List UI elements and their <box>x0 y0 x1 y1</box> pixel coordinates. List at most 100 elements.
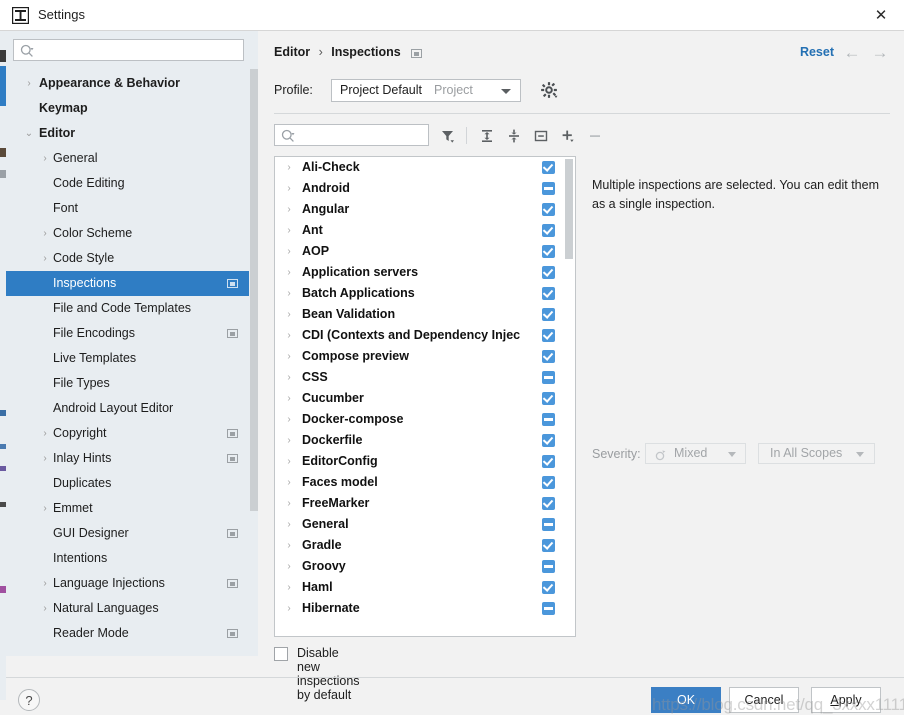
inspection-row[interactable]: › Haml <box>275 577 575 598</box>
chevron-right-icon[interactable]: › <box>283 598 295 619</box>
sidebar-item-color-scheme[interactable]: › Color Scheme <box>6 221 250 246</box>
inspection-row[interactable]: › General <box>275 514 575 535</box>
remove-icon[interactable] <box>584 125 606 147</box>
inspection-checkbox[interactable] <box>542 287 555 300</box>
inspection-row[interactable]: › Gradle <box>275 535 575 556</box>
inspection-row[interactable]: › Ali-Check <box>275 157 575 178</box>
chevron-right-icon[interactable]: › <box>283 325 295 346</box>
inspection-row[interactable]: › CDI (Contexts and Dependency Injec <box>275 325 575 346</box>
forward-arrow-icon[interactable]: → <box>870 43 890 63</box>
disable-new-inspections-checkbox[interactable] <box>274 647 288 661</box>
sidebar-item-inspections[interactable]: Inspections <box>6 271 250 296</box>
inspection-row[interactable]: › EditorConfig <box>275 451 575 472</box>
sidebar-item-duplicates[interactable]: Duplicates <box>6 471 250 496</box>
chevron-right-icon[interactable]: › <box>283 283 295 304</box>
sidebar-search-box[interactable] <box>13 39 244 61</box>
breadcrumb-root[interactable]: Editor <box>274 45 310 59</box>
chevron-right-icon[interactable]: › <box>283 346 295 367</box>
inspection-row[interactable]: › Angular <box>275 199 575 220</box>
inspection-row[interactable]: › Bean Validation <box>275 304 575 325</box>
sidebar-item-code-editing[interactable]: Code Editing <box>6 171 250 196</box>
inspection-row[interactable]: › CSS <box>275 367 575 388</box>
chevron-right-icon[interactable]: › <box>283 577 295 598</box>
inspection-checkbox[interactable] <box>542 266 555 279</box>
inspection-checkbox[interactable] <box>542 224 555 237</box>
sidebar-item-inlay-hints[interactable]: › Inlay Hints <box>6 446 250 471</box>
chevron-right-icon[interactable]: › <box>283 262 295 283</box>
inspection-row[interactable]: › Cucumber <box>275 388 575 409</box>
inspection-row[interactable]: › AOP <box>275 241 575 262</box>
inspections-list[interactable]: › Ali-Check › Android › Angular › Ant › AOP › Appli… <box>274 156 576 637</box>
help-button[interactable]: ? <box>18 689 40 711</box>
sidebar-item-keymap[interactable]: Keymap <box>6 96 250 121</box>
inspection-checkbox[interactable] <box>542 518 555 531</box>
chevron-right-icon[interactable]: › <box>38 246 52 271</box>
inspection-checkbox[interactable] <box>542 203 555 216</box>
chevron-right-icon[interactable]: › <box>38 146 52 171</box>
sidebar-item-code-style[interactable]: › Code Style <box>6 246 250 271</box>
chevron-right-icon[interactable]: › <box>283 409 295 430</box>
chevron-right-icon[interactable]: › <box>283 556 295 577</box>
inspection-row[interactable]: › Dockerfile <box>275 430 575 451</box>
inspection-row[interactable]: › Batch Applications <box>275 283 575 304</box>
sidebar-item-file-encodings[interactable]: File Encodings <box>6 321 250 346</box>
inspection-row[interactable]: › Ant <box>275 220 575 241</box>
inspection-checkbox[interactable] <box>542 329 555 342</box>
inspection-checkbox[interactable] <box>542 581 555 594</box>
filter-icon[interactable] <box>437 125 459 147</box>
collapse-all-icon[interactable] <box>503 125 525 147</box>
ok-button[interactable]: OK <box>651 687 721 713</box>
sidebar-item-copyright[interactable]: › Copyright <box>6 421 250 446</box>
add-icon[interactable] <box>557 125 579 147</box>
chevron-right-icon[interactable]: › <box>283 241 295 262</box>
chevron-right-icon[interactable]: › <box>38 596 52 621</box>
inspection-row[interactable]: › Compose preview <box>275 346 575 367</box>
inspection-checkbox[interactable] <box>542 245 555 258</box>
chevron-right-icon[interactable]: › <box>38 571 52 596</box>
inspection-checkbox[interactable] <box>542 161 555 174</box>
sidebar-item-live-templates[interactable]: Live Templates <box>6 346 250 371</box>
inspection-checkbox[interactable] <box>542 371 555 384</box>
chevron-right-icon[interactable]: › <box>283 430 295 451</box>
chevron-right-icon[interactable]: › <box>283 451 295 472</box>
chevron-right-icon[interactable]: › <box>38 221 52 246</box>
close-icon[interactable]: ✕ <box>858 0 904 30</box>
sidebar-item-android-layout-editor[interactable]: Android Layout Editor <box>6 396 250 421</box>
expand-all-icon[interactable] <box>476 125 498 147</box>
inspection-checkbox[interactable] <box>542 434 555 447</box>
inspection-row[interactable]: › Application servers <box>275 262 575 283</box>
chevron-right-icon[interactable]: › <box>38 446 52 471</box>
chevron-right-icon[interactable]: › <box>283 199 295 220</box>
sidebar-item-editor[interactable]: ⌄ Editor <box>6 121 250 146</box>
group-by-icon[interactable] <box>530 125 552 147</box>
sidebar-scrollbar-thumb[interactable] <box>250 69 258 511</box>
chevron-down-icon[interactable]: ⌄ <box>22 121 36 146</box>
inspection-row[interactable]: › Docker-compose <box>275 409 575 430</box>
sidebar-item-file-and-code-templates[interactable]: File and Code Templates <box>6 296 250 321</box>
inspection-checkbox[interactable] <box>542 455 555 468</box>
sidebar-item-emmet[interactable]: › Emmet <box>6 496 250 521</box>
chevron-right-icon[interactable]: › <box>38 496 52 521</box>
sidebar-item-reader-mode[interactable]: Reader Mode <box>6 621 250 646</box>
sidebar-item-font[interactable]: Font <box>6 196 250 221</box>
inspections-search-input[interactable] <box>299 127 427 145</box>
inspection-checkbox[interactable] <box>542 350 555 363</box>
inspection-checkbox[interactable] <box>542 602 555 615</box>
inspection-checkbox[interactable] <box>542 560 555 573</box>
chevron-right-icon[interactable]: › <box>283 157 295 178</box>
inspection-checkbox[interactable] <box>542 476 555 489</box>
severity-dropdown[interactable]: Mixed <box>645 443 746 464</box>
scope-dropdown[interactable]: In All Scopes <box>758 443 875 464</box>
chevron-right-icon[interactable]: › <box>283 514 295 535</box>
inspection-checkbox[interactable] <box>542 392 555 405</box>
inspections-search-box[interactable] <box>274 124 429 146</box>
inspection-row[interactable]: › Faces model <box>275 472 575 493</box>
chevron-right-icon[interactable]: › <box>283 304 295 325</box>
chevron-right-icon[interactable]: › <box>283 493 295 514</box>
reset-button[interactable]: Reset <box>800 45 834 59</box>
chevron-right-icon[interactable]: › <box>38 421 52 446</box>
inspection-row[interactable]: › Groovy <box>275 556 575 577</box>
chevron-right-icon[interactable]: › <box>283 535 295 556</box>
inspection-checkbox[interactable] <box>542 413 555 426</box>
sidebar-item-natural-languages[interactable]: › Natural Languages <box>6 596 250 621</box>
